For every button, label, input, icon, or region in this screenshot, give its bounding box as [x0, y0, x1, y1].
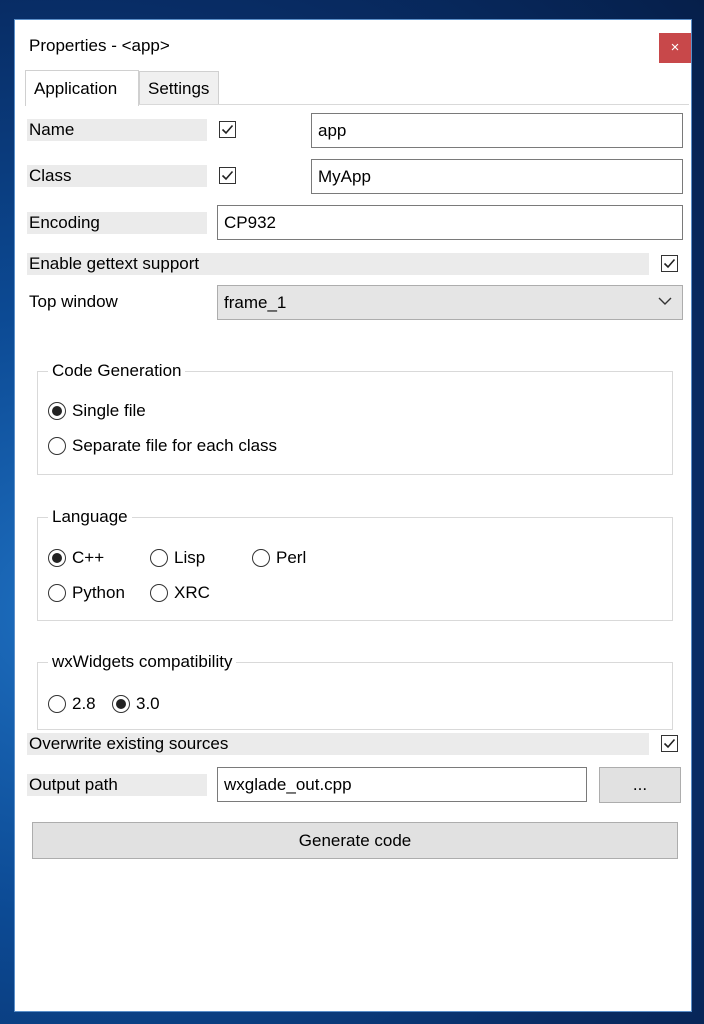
- language-group: Language C++ Lisp Perl Python XRC: [37, 506, 673, 621]
- tab-bar: Application Settings: [15, 70, 691, 106]
- radio-compat-28[interactable]: 2.8: [48, 693, 96, 715]
- browse-button[interactable]: ...: [599, 767, 681, 803]
- check-icon: [221, 124, 234, 135]
- compat-title: wxWidgets compatibility: [48, 651, 237, 673]
- radio-dot: [252, 549, 270, 567]
- window-title: Properties - <app>: [29, 36, 170, 55]
- overwrite-checkbox[interactable]: [661, 735, 678, 752]
- gettext-checkbox[interactable]: [661, 255, 678, 272]
- class-input[interactable]: MyApp: [311, 159, 683, 194]
- output-path-input[interactable]: wxglade_out.cpp: [217, 767, 587, 802]
- title-bar[interactable]: Properties - <app> ×: [15, 20, 691, 68]
- radio-compat-30-label: 3.0: [136, 694, 160, 713]
- name-label: Name: [27, 119, 207, 141]
- radio-lisp-label: Lisp: [174, 548, 206, 567]
- radio-perl-label: Perl: [276, 548, 307, 567]
- close-button[interactable]: ×: [659, 33, 691, 63]
- encoding-input[interactable]: CP932: [217, 205, 683, 240]
- radio-dot: [48, 437, 66, 455]
- check-icon: [663, 738, 676, 749]
- radio-compat-28-label: 2.8: [72, 694, 96, 713]
- radio-separate-files-label: Separate file for each class: [72, 436, 278, 455]
- radio-cpp-label: C++: [72, 548, 105, 567]
- chevron-down-icon: [658, 297, 672, 305]
- radio-separate-files[interactable]: Separate file for each class: [48, 435, 277, 457]
- radio-dot: [150, 584, 168, 602]
- language-title: Language: [48, 506, 132, 528]
- encoding-label: Encoding: [27, 212, 207, 234]
- class-checkbox[interactable]: [219, 167, 236, 184]
- overwrite-label: Overwrite existing sources: [27, 733, 649, 755]
- compat-group: wxWidgets compatibility 2.8 3.0: [37, 651, 673, 730]
- name-checkbox[interactable]: [219, 121, 236, 138]
- radio-cpp[interactable]: C++: [48, 547, 104, 569]
- tab-application[interactable]: Application: [25, 70, 139, 106]
- tab-settings[interactable]: Settings: [139, 71, 219, 104]
- name-input[interactable]: app: [311, 113, 683, 148]
- radio-single-file-label: Single file: [72, 401, 146, 420]
- radio-dot: [150, 549, 168, 567]
- radio-compat-30[interactable]: 3.0: [112, 693, 160, 715]
- radio-dot: [48, 549, 66, 567]
- code-generation-title: Code Generation: [48, 360, 186, 382]
- radio-lisp[interactable]: Lisp: [150, 547, 205, 569]
- class-label: Class: [27, 165, 207, 187]
- radio-perl[interactable]: Perl: [252, 547, 306, 569]
- properties-window: Properties - <app> × Application Setting…: [14, 19, 692, 1012]
- radio-python-label: Python: [72, 583, 125, 602]
- radio-dot: [112, 695, 130, 713]
- check-icon: [221, 170, 234, 181]
- radio-dot: [48, 584, 66, 602]
- generate-code-button[interactable]: Generate code: [32, 822, 678, 859]
- gettext-label: Enable gettext support: [27, 253, 649, 275]
- radio-dot: [48, 402, 66, 420]
- top-window-select[interactable]: frame_1: [217, 285, 683, 320]
- output-path-label: Output path: [27, 774, 207, 796]
- check-icon: [663, 258, 676, 269]
- top-window-label: Top window: [29, 292, 118, 311]
- code-generation-group: Code Generation Single file Separate fil…: [37, 360, 673, 475]
- radio-xrc-label: XRC: [174, 583, 210, 602]
- top-window-value: frame_1: [224, 293, 287, 312]
- radio-python[interactable]: Python: [48, 582, 125, 604]
- radio-single-file[interactable]: Single file: [48, 400, 146, 422]
- application-panel: Name app Class MyApp Encoding CP932 Enab…: [25, 104, 689, 895]
- radio-xrc[interactable]: XRC: [150, 582, 210, 604]
- radio-dot: [48, 695, 66, 713]
